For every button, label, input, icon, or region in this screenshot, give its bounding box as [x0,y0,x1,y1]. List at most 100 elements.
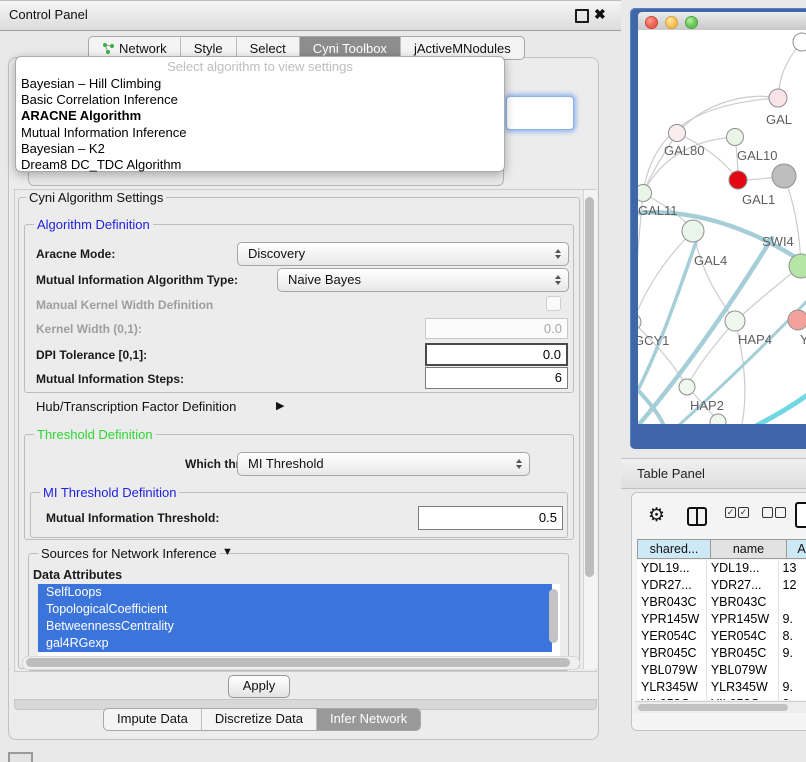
column-header-name[interactable]: name [711,539,787,559]
table-cell[interactable]: YIL052C [707,696,779,700]
table-cell[interactable] [779,594,806,611]
column-header-partial[interactable]: A [787,539,806,559]
table-cell[interactable]: YER054C [707,628,779,645]
tab-infer-network[interactable]: Infer Network [316,709,420,730]
tab-impute-data[interactable]: Impute Data [104,709,201,730]
table-cell[interactable]: YBL079W [637,662,707,679]
attribute-item-selected[interactable]: TopologicalCoefficient [38,601,552,618]
table-cell[interactable]: YBL079W [707,662,779,679]
network-node-gal11[interactable] [638,185,652,202]
table-cell[interactable]: 13 [779,560,806,577]
collapse-down-icon[interactable]: ▼ [222,546,233,558]
attribute-item-selected[interactable]: SelfLoops [38,584,552,601]
table-row[interactable]: YIL052CYIL052C9. [637,696,806,700]
table-cell[interactable]: YER054C [637,628,707,645]
dropdown-item[interactable]: Bayesian – K2 [19,141,501,157]
manual-kernel-checkbox[interactable] [546,296,561,311]
table-cell[interactable]: YDL19... [637,560,707,577]
mi-threshold-field[interactable]: 0.5 [418,506,563,530]
mi-type-combobox[interactable]: Naive Bayes [277,268,569,292]
network-node[interactable] [793,33,806,51]
table-row[interactable]: YBL079WYBL079W [637,662,806,679]
attribute-item-selected[interactable]: BetweennessCentrality [38,618,552,635]
table-cell[interactable]: 8. [779,628,806,645]
attributes-scrollbar-thumb[interactable] [549,589,558,643]
table-row[interactable]: YDL19...YDL19...13 [637,560,806,577]
network-node-hap4[interactable] [725,311,745,331]
table-cell[interactable]: YDR27... [637,577,707,594]
kernel-width-field[interactable]: 0.0 [425,318,568,339]
table-cell[interactable]: YLR345W [637,679,707,696]
settings-scrollbar-thumb[interactable] [585,197,594,577]
deselect-all-checkbox-icon[interactable] [762,507,773,518]
network-node-swi4[interactable] [789,254,806,278]
data-attributes-list[interactable]: SelfLoops TopologicalCoefficient Between… [38,584,560,656]
table-row[interactable]: YBR043CYBR043C [637,594,806,611]
table-hscrollbar-track[interactable] [635,701,806,713]
table-cell[interactable]: YBR043C [637,594,707,611]
minimize-traffic-light-icon[interactable] [665,16,678,29]
network-node-gal1[interactable] [729,171,747,189]
select-all-checkbox-icon[interactable]: ✓ [725,507,736,518]
deselect-all-checkbox-icon[interactable] [775,507,786,518]
table-cell[interactable]: 9. [779,611,806,628]
dropdown-item[interactable]: Basic Correlation Inference [19,92,501,108]
table-cell[interactable]: YPR145W [637,611,707,628]
mi-steps-field[interactable]: 6 [425,367,568,389]
float-window-icon[interactable] [575,9,589,23]
dropdown-item[interactable]: Bayesian – Hill Climbing [19,76,501,92]
table-row[interactable]: YER054CYER054C8. [637,628,806,645]
select-all-checkbox-icon[interactable]: ✓ [738,507,749,518]
network-edge[interactable] [748,396,806,424]
table-cell[interactable]: 12 [779,577,806,594]
column-view-icon[interactable] [687,507,707,526]
settings-gear-icon[interactable]: ⚙ [648,504,665,527]
table-row[interactable]: YDR27...YDR27...12 [637,577,806,594]
table-row[interactable]: YBR045CYBR045C9. [637,645,806,662]
hub-section-label[interactable]: Hub/Transcription Factor Definition [36,399,236,414]
table-cell[interactable]: YLR345W [707,679,779,696]
sources-title[interactable]: Sources for Network Inference [38,546,220,561]
table-cell[interactable]: YIL052C [637,696,707,700]
network-window-titlebar[interactable] [638,12,806,31]
function-builder-icon[interactable] [795,502,806,528]
dpi-tolerance-field[interactable]: 0.0 [425,343,568,366]
network-node-gal4[interactable] [682,220,704,242]
table-cell[interactable]: YBR043C [707,594,779,611]
table-row[interactable]: YLR345WYLR345W9. [637,679,806,696]
network-node-y[interactable] [788,310,806,330]
table-cell[interactable]: 9. [779,696,806,700]
table-cell[interactable]: YPR145W [707,611,779,628]
network-node-gal10[interactable] [727,129,744,146]
table-row[interactable]: YPR145WYPR145W9. [637,611,806,628]
column-header-shared-name[interactable]: shared... [637,539,711,559]
dropdown-item[interactable]: Mutual Information Inference [19,125,501,141]
expand-right-icon[interactable]: ▶ [276,399,284,412]
network-node[interactable] [772,164,796,188]
apply-button[interactable]: Apply [228,675,290,698]
network-node-gal[interactable] [769,89,787,107]
network-node-hap2[interactable] [679,379,695,395]
network-edge[interactable] [677,96,778,133]
attribute-item-selected[interactable]: gal4RGexp [38,635,552,652]
table-cell[interactable]: 9. [779,645,806,662]
table-cell[interactable]: 9. [779,679,806,696]
table-cell[interactable]: YDL19... [707,560,779,577]
network-node-gal80[interactable] [669,125,686,142]
which-threshold-combobox[interactable]: MI Threshold [237,452,530,476]
close-icon[interactable]: ✖ [594,6,606,23]
collapsed-panel-icon[interactable] [8,752,33,762]
table-hscrollbar-thumb[interactable] [638,704,788,711]
table-cell[interactable]: YBR045C [637,645,707,662]
zoom-traffic-light-icon[interactable] [685,16,698,29]
tab-discretize-data[interactable]: Discretize Data [201,709,316,730]
aracne-mode-combobox[interactable]: Discovery [237,242,569,266]
table-cell[interactable] [779,662,806,679]
dropdown-item-selected[interactable]: ARACNE Algorithm [19,108,501,124]
close-traffic-light-icon[interactable] [645,16,658,29]
horizontal-scrollbar-thumb[interactable] [26,658,570,667]
table-cell[interactable]: YBR045C [707,645,779,662]
focused-spinner-field[interactable] [506,96,574,130]
network-view-canvas[interactable]: GALGAL80GAL10GAL1GAL11GAL4SWI4GCY1HAP4YH… [638,30,806,424]
table-cell[interactable]: YDR27... [707,577,779,594]
